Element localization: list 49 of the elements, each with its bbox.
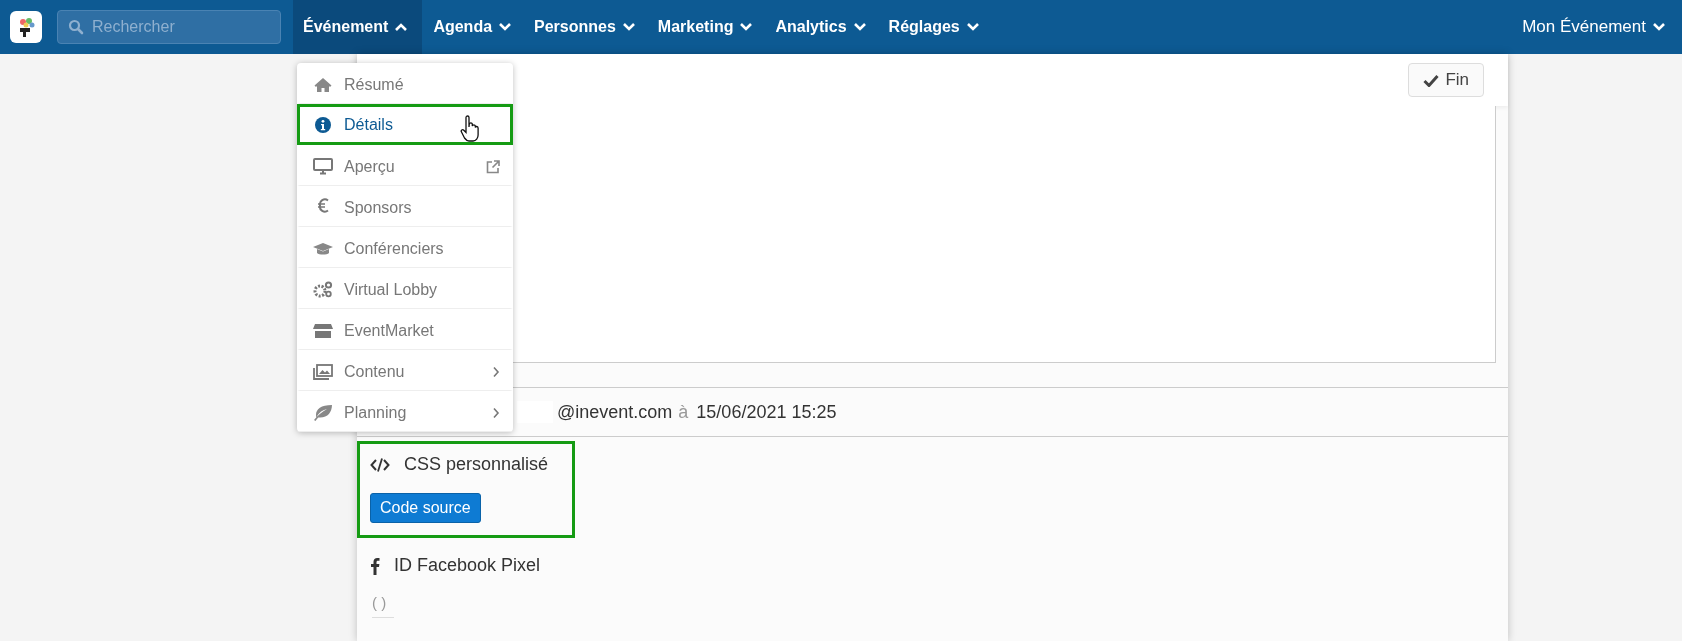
dropdown-menu-item[interactable]: Planning — [297, 391, 513, 432]
search-field[interactable]: Rechercher — [57, 10, 281, 44]
gears-icon — [313, 281, 333, 298]
leaf-icon — [313, 404, 333, 421]
dropdown-menu-item[interactable]: Sponsors — [297, 186, 513, 227]
nav-menu-item[interactable]: Événement — [293, 0, 423, 54]
chevron-icon — [965, 22, 980, 32]
chevron-icon — [498, 22, 513, 32]
dropdown-menu-item[interactable]: Aperçu — [297, 145, 513, 186]
dropdown-menu-item[interactable]: Conférenciers — [297, 227, 513, 268]
info-icon — [315, 116, 331, 133]
chevron-right-icon — [492, 406, 500, 419]
timestamp: 15/06/2021 15:25 — [696, 401, 837, 423]
chevron-icon — [621, 22, 636, 32]
account-menu[interactable]: Mon Événement — [1511, 0, 1682, 54]
chevron-icon — [852, 22, 867, 32]
images-icon — [313, 363, 333, 380]
code-source-button[interactable]: Code source — [370, 493, 481, 523]
dropdown-menu-item[interactable]: Contenu — [297, 350, 513, 391]
section-title: ID Facebook Pixel — [394, 555, 541, 576]
nav-menu-item[interactable]: Personnes — [523, 0, 647, 54]
nav-menu-item[interactable]: Marketing — [646, 0, 765, 54]
facebook-icon — [370, 556, 380, 575]
nav-menu-item[interactable]: Agenda — [422, 0, 524, 54]
store-icon — [313, 322, 333, 339]
code-icon — [370, 456, 390, 473]
nav-menu-item[interactable]: Réglages — [877, 0, 991, 54]
dropdown-menu-item[interactable]: Détails — [297, 104, 513, 145]
chevron-right-icon — [492, 365, 500, 378]
author-email: @inevent.com — [557, 401, 673, 423]
connector-text: à — [678, 401, 689, 423]
home-icon — [314, 76, 332, 93]
graduation-cap-icon — [313, 241, 333, 256]
chevron-icon — [394, 22, 409, 32]
pixel-id-value: ( ) — [372, 594, 395, 618]
chevron-icon — [739, 22, 754, 32]
section-title: CSS personnalisé — [404, 454, 549, 475]
external-link-icon — [486, 159, 500, 174]
dropdown-menu-item[interactable]: Virtual Lobby — [297, 268, 513, 309]
dropdown-menu-item[interactable]: Résumé — [297, 63, 513, 104]
chevron-down-icon — [1652, 22, 1666, 32]
hand-cursor-icon — [460, 115, 482, 143]
monitor-icon — [313, 158, 333, 175]
checkmark-icon — [1423, 73, 1440, 87]
euro-icon — [317, 198, 329, 213]
nav-menu-item[interactable]: Analytics — [764, 0, 878, 54]
done-button[interactable]: Fin — [1408, 63, 1484, 97]
app-logo-icon[interactable] — [10, 11, 42, 43]
dropdown-menu-item[interactable]: EventMarket — [297, 309, 513, 350]
